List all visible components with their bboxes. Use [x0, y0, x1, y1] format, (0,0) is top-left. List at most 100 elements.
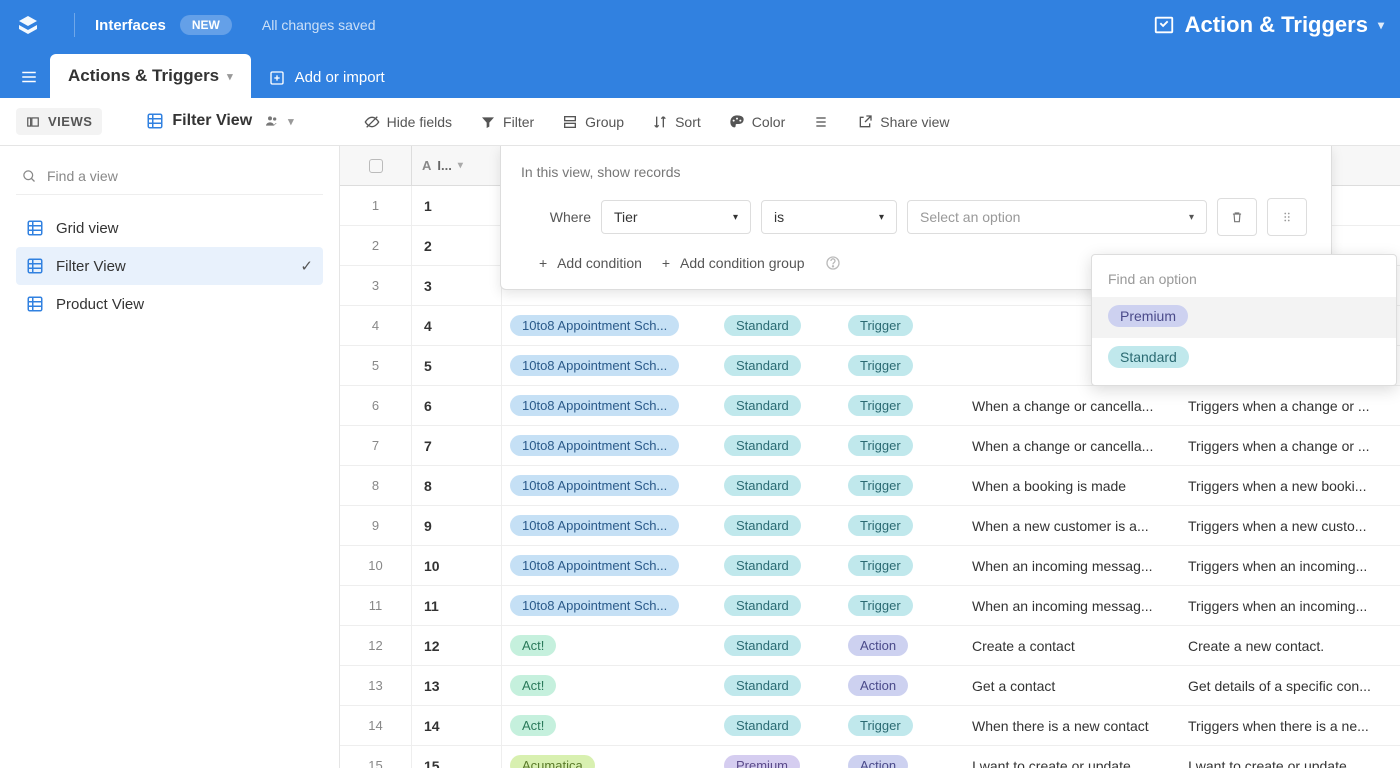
cell-app[interactable]: Act!: [502, 635, 716, 656]
cell-type[interactable]: Trigger: [840, 395, 964, 416]
table-row[interactable]: 11 11 10to8 Appointment Sch... Standard …: [340, 586, 1400, 626]
cell-description[interactable]: Triggers when a new booki...: [1180, 478, 1400, 494]
cell-type[interactable]: Trigger: [840, 475, 964, 496]
interfaces-link[interactable]: Interfaces: [95, 17, 166, 34]
cell-description[interactable]: Get details of a specific con...: [1180, 678, 1400, 694]
table-row[interactable]: 13 13 Act! Standard Action Get a contact…: [340, 666, 1400, 706]
help-icon[interactable]: [825, 254, 841, 271]
drag-condition-handle[interactable]: [1267, 198, 1307, 236]
cell-tier[interactable]: Premium: [716, 755, 840, 768]
cell-app[interactable]: 10to8 Appointment Sch...: [502, 435, 716, 456]
cell-app[interactable]: 10to8 Appointment Sch...: [502, 595, 716, 616]
table-row[interactable]: 14 14 Act! Standard Trigger When there i…: [340, 706, 1400, 746]
cell-type[interactable]: Trigger: [840, 595, 964, 616]
table-row[interactable]: 9 9 10to8 Appointment Sch... Standard Tr…: [340, 506, 1400, 546]
sidebar-view-item[interactable]: Grid view: [16, 209, 323, 247]
cell-type[interactable]: Trigger: [840, 555, 964, 576]
cell-type[interactable]: Trigger: [840, 515, 964, 536]
add-condition-group-button[interactable]: + Add condition group: [662, 255, 805, 271]
cell-app[interactable]: 10to8 Appointment Sch...: [502, 395, 716, 416]
table-row[interactable]: 8 8 10to8 Appointment Sch... Standard Tr…: [340, 466, 1400, 506]
cell-id[interactable]: 11: [412, 586, 502, 625]
cell-app[interactable]: Act!: [502, 675, 716, 696]
cell-id[interactable]: 7: [412, 426, 502, 465]
add-condition-button[interactable]: + Add condition: [539, 255, 642, 271]
cell-name[interactable]: When an incoming messag...: [964, 598, 1180, 614]
cell-id[interactable]: 6: [412, 386, 502, 425]
table-row[interactable]: 7 7 10to8 Appointment Sch... Standard Tr…: [340, 426, 1400, 466]
cell-name[interactable]: When an incoming messag...: [964, 558, 1180, 574]
filter-button[interactable]: Filter: [468, 108, 546, 136]
cell-id[interactable]: 3: [412, 266, 502, 305]
cell-description[interactable]: I want to create or update ...: [1180, 758, 1400, 768]
delete-condition-button[interactable]: [1217, 198, 1257, 236]
cell-tier[interactable]: Standard: [716, 395, 840, 416]
cell-id[interactable]: 13: [412, 666, 502, 705]
cell-id[interactable]: 10: [412, 546, 502, 585]
cell-tier[interactable]: Standard: [716, 515, 840, 536]
row-height-button[interactable]: [801, 108, 841, 136]
filter-field-select[interactable]: Tier ▾: [601, 200, 751, 234]
cell-app[interactable]: Acumatica: [502, 755, 716, 768]
cell-id[interactable]: 9: [412, 506, 502, 545]
current-view-name[interactable]: Filter View ▾: [136, 106, 303, 136]
cell-tier[interactable]: Standard: [716, 715, 840, 736]
table-row[interactable]: 12 12 Act! Standard Action Create a cont…: [340, 626, 1400, 666]
view-search[interactable]: Find a view: [16, 158, 323, 195]
cell-type[interactable]: Trigger: [840, 715, 964, 736]
sidebar-view-item[interactable]: Product View: [16, 285, 323, 323]
dropdown-option[interactable]: Premium: [1092, 297, 1396, 338]
cell-tier[interactable]: Standard: [716, 555, 840, 576]
cell-description[interactable]: Triggers when a change or ...: [1180, 438, 1400, 454]
cell-id[interactable]: 14: [412, 706, 502, 745]
cell-id[interactable]: 4: [412, 306, 502, 345]
cell-id[interactable]: 1: [412, 186, 502, 225]
caret-down-icon[interactable]: ▾: [227, 70, 233, 83]
caret-down-icon[interactable]: ▾: [458, 160, 463, 171]
cell-name[interactable]: When a booking is made: [964, 478, 1180, 494]
cell-tier[interactable]: Standard: [716, 315, 840, 336]
table-row[interactable]: 15 15 Acumatica Premium Action I want to…: [340, 746, 1400, 768]
base-title[interactable]: Action & Triggers ▾: [1153, 12, 1384, 38]
filter-value-select[interactable]: Select an option ▾: [907, 200, 1207, 234]
select-all-checkbox[interactable]: [340, 146, 412, 185]
menu-icon[interactable]: [8, 68, 50, 98]
cell-tier[interactable]: Standard: [716, 635, 840, 656]
cell-name[interactable]: When a change or cancella...: [964, 438, 1180, 454]
cell-name[interactable]: When a new customer is a...: [964, 518, 1180, 534]
cell-tier[interactable]: Standard: [716, 675, 840, 696]
table-row[interactable]: 10 10 10to8 Appointment Sch... Standard …: [340, 546, 1400, 586]
share-view-button[interactable]: Share view: [845, 108, 961, 136]
cell-name[interactable]: Get a contact: [964, 678, 1180, 694]
logo-icon[interactable]: [16, 13, 40, 37]
cell-tier[interactable]: Standard: [716, 355, 840, 376]
cell-type[interactable]: Trigger: [840, 315, 964, 336]
cell-app[interactable]: 10to8 Appointment Sch...: [502, 355, 716, 376]
dropdown-option[interactable]: Standard: [1092, 338, 1396, 379]
cell-type[interactable]: Trigger: [840, 355, 964, 376]
cell-id[interactable]: 5: [412, 346, 502, 385]
option-search[interactable]: Find an option: [1092, 261, 1396, 297]
cell-app[interactable]: Act!: [502, 715, 716, 736]
sort-button[interactable]: Sort: [640, 108, 713, 136]
filter-operator-select[interactable]: is ▾: [761, 200, 897, 234]
cell-description[interactable]: Create a new contact.: [1180, 638, 1400, 654]
cell-id[interactable]: 2: [412, 226, 502, 265]
cell-type[interactable]: Action: [840, 635, 964, 656]
cell-name[interactable]: When a change or cancella...: [964, 398, 1180, 414]
cell-app[interactable]: 10to8 Appointment Sch...: [502, 315, 716, 336]
cell-name[interactable]: When there is a new contact: [964, 718, 1180, 734]
cell-id[interactable]: 8: [412, 466, 502, 505]
views-button[interactable]: VIEWS: [16, 108, 102, 135]
people-icon[interactable]: [264, 112, 280, 130]
cell-description[interactable]: Triggers when an incoming...: [1180, 598, 1400, 614]
cell-tier[interactable]: Standard: [716, 595, 840, 616]
cell-description[interactable]: Triggers when a new custo...: [1180, 518, 1400, 534]
cell-id[interactable]: 12: [412, 626, 502, 665]
hide-fields-button[interactable]: Hide fields: [352, 108, 464, 136]
cell-description[interactable]: Triggers when a change or ...: [1180, 398, 1400, 414]
cell-tier[interactable]: Standard: [716, 435, 840, 456]
table-row[interactable]: 6 6 10to8 Appointment Sch... Standard Tr…: [340, 386, 1400, 426]
cell-description[interactable]: Triggers when there is a ne...: [1180, 718, 1400, 734]
cell-type[interactable]: Action: [840, 755, 964, 768]
